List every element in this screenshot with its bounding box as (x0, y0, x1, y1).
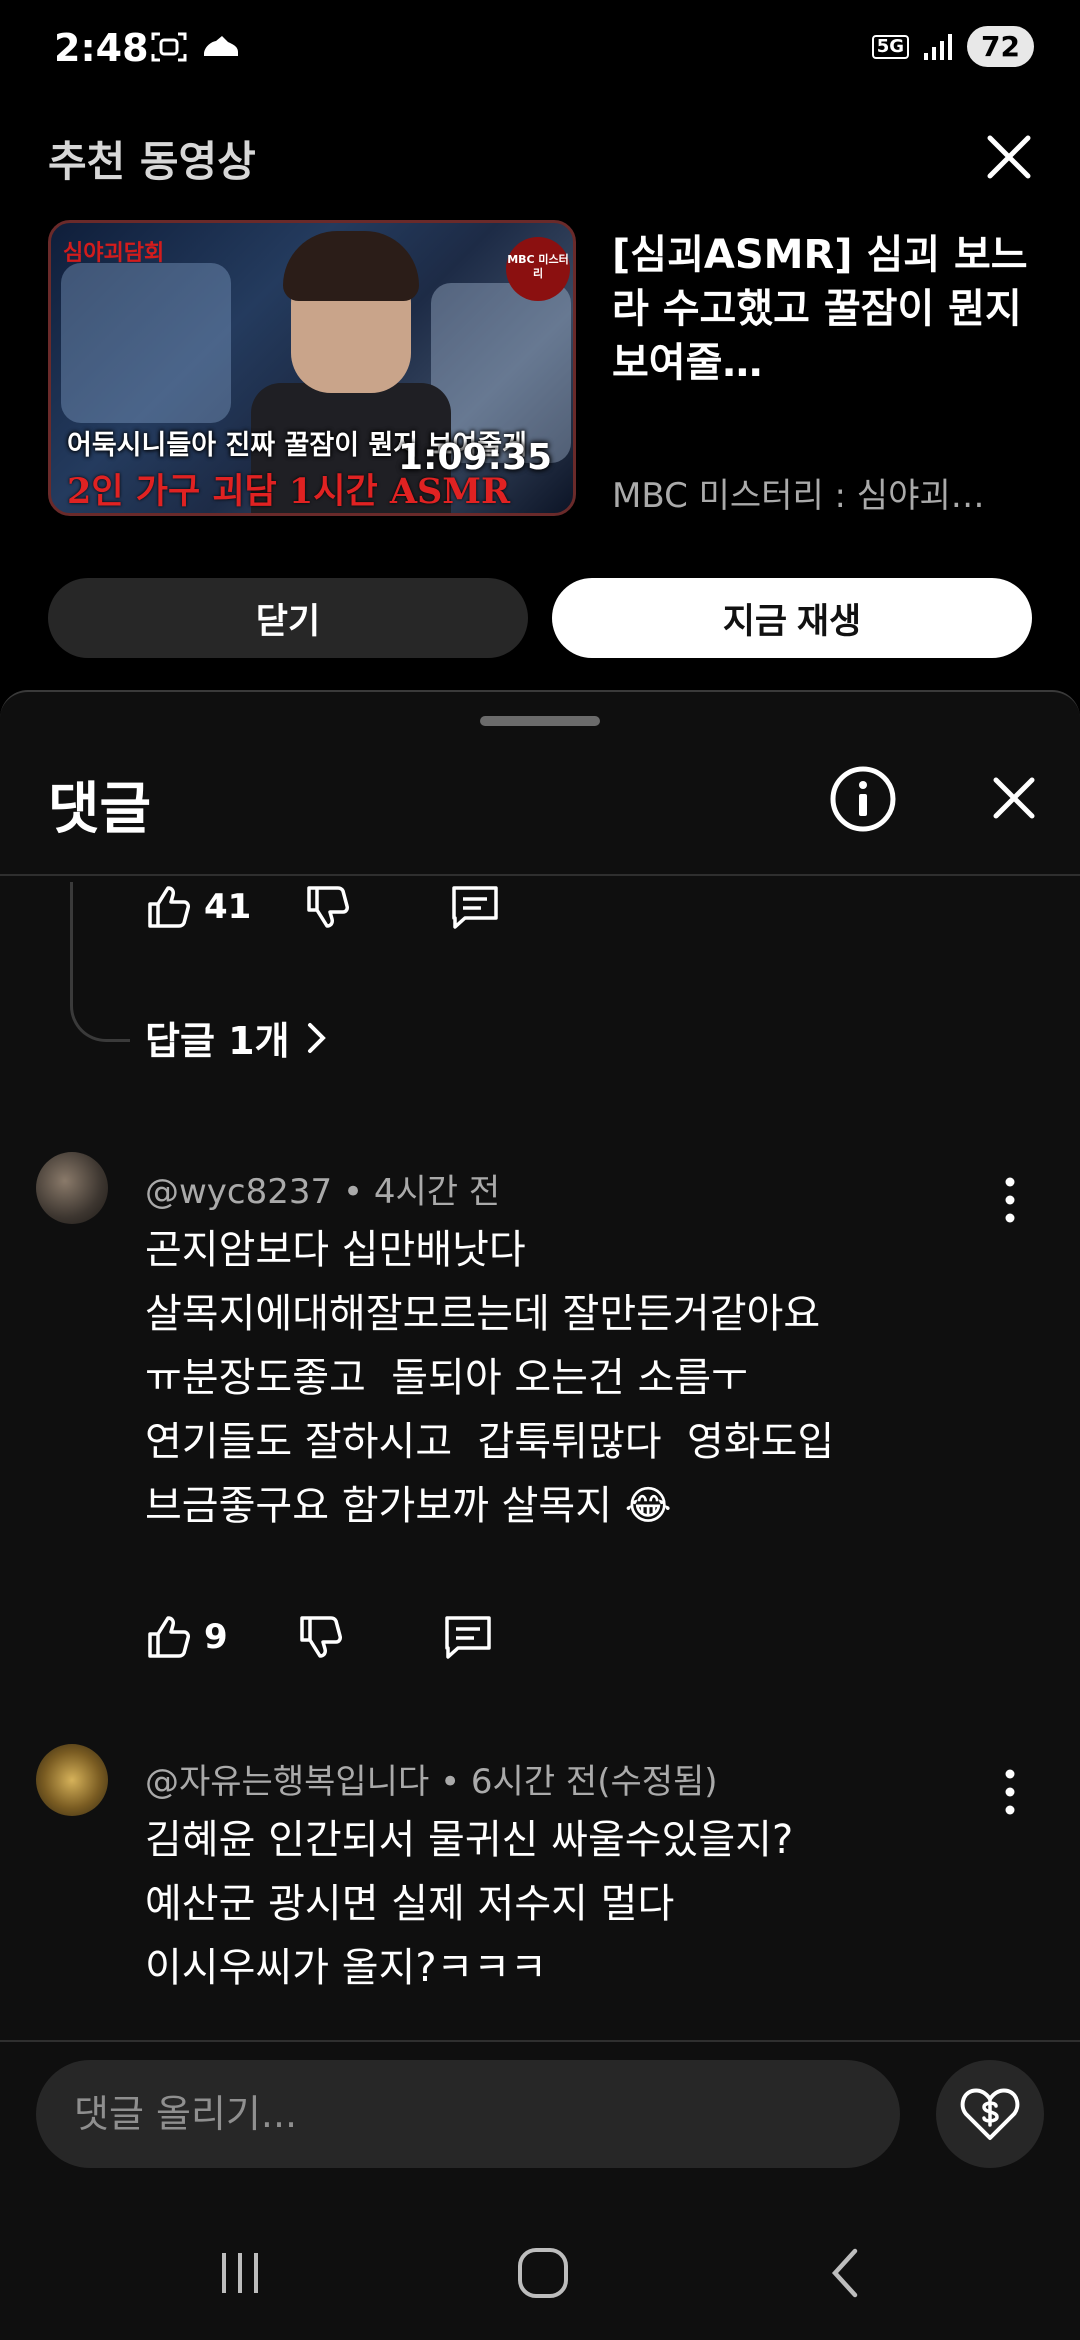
comment-bubble-icon (444, 1616, 491, 1659)
comment-line: ㅠ분장도좋고 돌되아 오는건 소름ㅜ (145, 1355, 748, 1401)
status-notification-icons (150, 30, 240, 64)
thumbnail-corner-title: 심야괴담회 (63, 241, 165, 266)
recents-button[interactable] (200, 2238, 280, 2308)
status-time: 2:48 (54, 26, 149, 70)
comment-actions: 41 (144, 882, 501, 932)
close-icon[interactable] (982, 766, 1046, 830)
thumbnail-ghost-figure (61, 263, 231, 423)
thumbs-up-icon (148, 1616, 190, 1658)
comment-line: 브금좋구요 함가보까 살목지 😂 (145, 1483, 672, 1529)
comment-line: 살목지에대해잘모르는데 잘만든거같아요 (145, 1291, 821, 1337)
kebab-menu-icon[interactable] (990, 1762, 1030, 1822)
comment-body: 곤지암보다 십만배낫다살목지에대해잘모르는데 잘만든거같아요 ㅠ분장도좋고 돌되아… (145, 1218, 834, 1538)
app-screen: 2:48 5G 72 추천 동영상 심야괴담회 MBC 미스터리 어둑시니들아 … (0, 0, 1080, 2340)
reply-button[interactable] (442, 1612, 494, 1662)
heart-dollar-icon (960, 2088, 1020, 2140)
thumbs-up-icon (148, 886, 190, 928)
close-icon[interactable] (978, 126, 1040, 188)
comment-line: 곤지암보다 십만배낫다 (145, 1227, 526, 1273)
comment-line: 예산군 광시면 실제 저수지 멀다 (145, 1881, 675, 1927)
comment-body: 김혜윤 인간되서 물귀신 싸울수있을지? 예산군 광시면 실제 저수지 멀다이시우… (145, 1808, 793, 2000)
comment-actions: 9 (144, 1612, 494, 1662)
network-type-badge: 5G (871, 34, 910, 59)
recents-icon (222, 2253, 258, 2293)
drag-handle[interactable] (480, 716, 600, 726)
divider (0, 874, 1080, 876)
shoe-icon (204, 36, 238, 56)
comment-meta: @wyc8237 • 4시간 전 (145, 1164, 500, 1213)
dismiss-button[interactable]: 닫기 (48, 578, 528, 658)
super-thanks-button[interactable] (936, 2060, 1044, 2168)
reply-thread-line (70, 882, 130, 1042)
recommended-header: 추천 동영상 (48, 137, 256, 186)
comment-bubble-icon (452, 886, 499, 929)
video-channel[interactable]: MBC 미스터리 : 심야괴… (612, 468, 1032, 517)
screenshot-icon (151, 32, 187, 62)
divider (0, 2040, 1080, 2042)
comments-title: 댓글 (48, 777, 152, 842)
home-button[interactable] (503, 2238, 583, 2308)
comment-line: 연기들도 잘하시고 갑툭튀많다 영화도입 (145, 1419, 835, 1465)
play-now-button[interactable]: 지금 재생 (552, 578, 1032, 658)
home-icon (518, 2248, 568, 2298)
thumbs-down-icon (299, 1616, 342, 1658)
video-duration: 1:09:35 (398, 437, 553, 478)
comment-line: 김혜윤 인간되서 물귀신 싸울수있을지? (145, 1817, 794, 1863)
reply-button[interactable] (449, 882, 501, 932)
thumbnail-host-hair (283, 231, 419, 301)
thumbs-down-icon (307, 886, 350, 928)
dislike-button[interactable] (296, 1612, 346, 1662)
thumbnail-channel-logo: MBC 미스터리 (506, 237, 570, 301)
avatar[interactable] (36, 1744, 108, 1816)
status-system-icons: 5G 72 (871, 26, 1034, 67)
replies-count-label: 답글 1개 (145, 1019, 290, 1063)
comment-author[interactable]: @wyc8237 (145, 1172, 332, 1212)
comment-time: • 4시간 전 (342, 1172, 501, 1212)
kebab-menu-icon[interactable] (990, 1170, 1030, 1230)
like-button[interactable]: 41 (144, 882, 251, 932)
comment-author[interactable]: @자유는행복입니다 (145, 1762, 429, 1802)
comment-meta: @자유는행복입니다 • 6시간 전(수정됨) (145, 1754, 718, 1803)
dislike-button[interactable] (303, 882, 353, 932)
video-title[interactable]: [심괴ASMR] 심괴 보느라 수고했고 꿀잠이 뭔지 보여줄… (612, 228, 1032, 390)
like-count: 9 (204, 1617, 228, 1657)
comment-time: • 6시간 전(수정됨) (440, 1762, 718, 1802)
back-button[interactable] (806, 2238, 886, 2308)
system-nav-bar (0, 2200, 1080, 2340)
back-icon (831, 2248, 858, 2298)
like-button[interactable]: 9 (144, 1612, 228, 1662)
view-replies-link[interactable]: 답글 1개 (145, 1010, 328, 1065)
like-count: 41 (204, 887, 252, 927)
chevron-right-icon (307, 1022, 326, 1053)
battery-level: 72 (967, 26, 1034, 67)
status-bar: 2:48 5G 72 (0, 0, 1080, 100)
info-icon[interactable] (828, 764, 898, 834)
comment-line: 이시우씨가 올지?ㅋㅋㅋ (145, 1945, 547, 1991)
avatar[interactable] (36, 1152, 108, 1224)
signal-icon (924, 33, 953, 60)
comment-input[interactable] (36, 2060, 900, 2168)
